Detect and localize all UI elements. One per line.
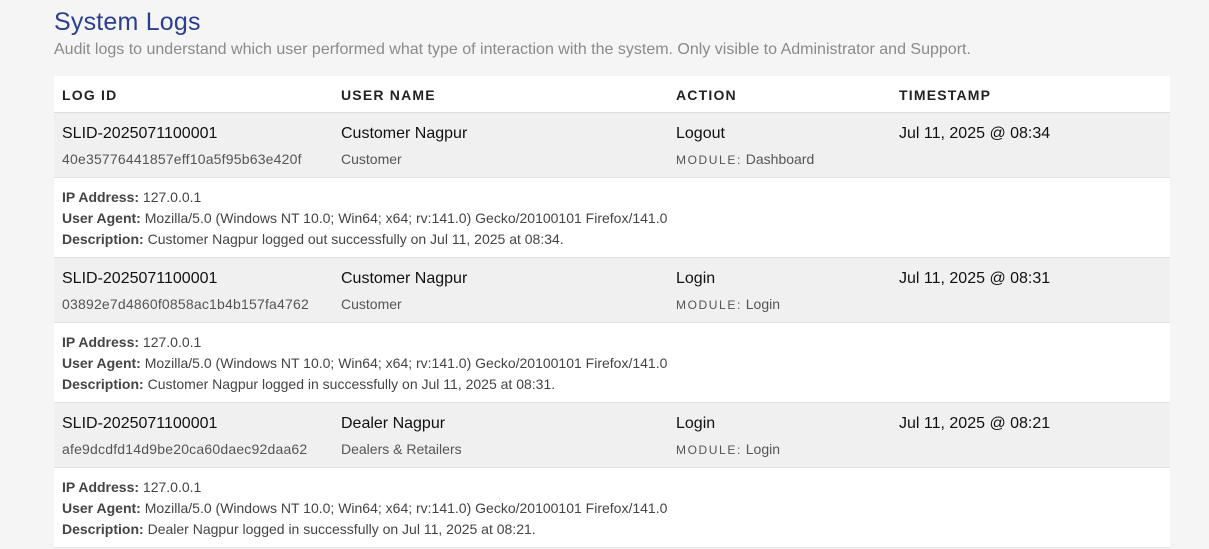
- module: MODULE: Dashboard: [676, 151, 814, 167]
- description-value: Customer Nagpur logged out successfully …: [147, 231, 564, 247]
- ip-address-line: IP Address: 127.0.0.1: [62, 479, 201, 495]
- user-role: Dealers & Retailers: [341, 441, 462, 457]
- description-label: Description:: [62, 376, 144, 392]
- timestamp: Jul 11, 2025 @ 08:21: [899, 415, 1051, 432]
- action: Login: [676, 415, 716, 432]
- timestamp: Jul 11, 2025 @ 08:34: [899, 125, 1051, 142]
- ip-address-line: IP Address: 127.0.0.1: [62, 189, 201, 205]
- log-row[interactable]: SLID-2025071100001 40e35776441857eff10a5…: [54, 113, 1170, 178]
- description-value: Customer Nagpur logged in successfully o…: [147, 376, 556, 392]
- description-line: Description: Customer Nagpur logged in s…: [62, 376, 555, 392]
- log-detail: IP Address: 127.0.0.1 User Agent: Mozill…: [54, 323, 1170, 403]
- user-agent-value: Mozilla/5.0 (Windows NT 10.0; Win64; x64…: [144, 355, 668, 371]
- ip-address-label: IP Address:: [62, 334, 140, 350]
- table-header: LOG ID USER NAME ACTION TIMESTAMP: [54, 76, 1170, 113]
- page-title: System Logs: [54, 8, 201, 36]
- user-name: Customer Nagpur: [341, 270, 468, 287]
- description-line: Description: Dealer Nagpur logged in suc…: [62, 521, 536, 537]
- log-detail: IP Address: 127.0.0.1 User Agent: Mozill…: [54, 178, 1170, 258]
- column-header-action: ACTION: [676, 87, 737, 103]
- log-row[interactable]: SLID-2025071100001 afe9dcdfd14d9be20ca60…: [54, 403, 1170, 468]
- timestamp: Jul 11, 2025 @ 08:31: [899, 270, 1051, 287]
- module-value: Login: [745, 441, 781, 457]
- description-value: Dealer Nagpur logged in successfully on …: [147, 521, 536, 537]
- log-detail: IP Address: 127.0.0.1 User Agent: Mozill…: [54, 468, 1170, 548]
- log-id: SLID-2025071100001: [62, 415, 218, 432]
- log-id: SLID-2025071100001: [62, 125, 218, 142]
- user-agent-label: User Agent:: [62, 500, 141, 516]
- ip-address-line: IP Address: 127.0.0.1: [62, 334, 201, 350]
- ip-address-value: 127.0.0.1: [142, 479, 202, 495]
- column-header-timestamp: TIMESTAMP: [899, 87, 992, 103]
- log-hash: 40e35776441857eff10a5f95b63e420f: [62, 151, 302, 167]
- module-value: Login: [745, 296, 781, 312]
- ip-address-label: IP Address:: [62, 189, 140, 205]
- user-name: Dealer Nagpur: [341, 415, 446, 432]
- user-agent-value: Mozilla/5.0 (Windows NT 10.0; Win64; x64…: [144, 500, 668, 516]
- action: Login: [676, 270, 716, 287]
- user-role: Customer: [341, 296, 402, 312]
- ip-address-value: 127.0.0.1: [142, 334, 202, 350]
- ip-address-value: 127.0.0.1: [142, 189, 202, 205]
- user-agent-line: User Agent: Mozilla/5.0 (Windows NT 10.0…: [62, 210, 667, 226]
- user-agent-line: User Agent: Mozilla/5.0 (Windows NT 10.0…: [62, 500, 667, 516]
- user-agent-label: User Agent:: [62, 210, 141, 226]
- column-header-user-name: USER NAME: [341, 87, 436, 103]
- module-value: Dashboard: [745, 151, 815, 167]
- description-line: Description: Customer Nagpur logged out …: [62, 231, 564, 247]
- user-agent-value: Mozilla/5.0 (Windows NT 10.0; Win64; x64…: [144, 210, 668, 226]
- logs-table: LOG ID USER NAME ACTION TIMESTAMP SLID-2…: [54, 76, 1170, 548]
- description-label: Description:: [62, 231, 144, 247]
- log-id: SLID-2025071100001: [62, 270, 218, 287]
- user-name: Customer Nagpur: [341, 125, 468, 142]
- user-agent-label: User Agent:: [62, 355, 141, 371]
- log-row[interactable]: SLID-2025071100001 03892e7d4860f0858ac1b…: [54, 258, 1170, 323]
- module-label: MODULE:: [676, 443, 742, 457]
- module: MODULE: Login: [676, 296, 780, 312]
- user-role: Customer: [341, 151, 402, 167]
- ip-address-label: IP Address:: [62, 479, 140, 495]
- module: MODULE: Login: [676, 441, 780, 457]
- module-label: MODULE:: [676, 298, 742, 312]
- page-subtitle: Audit logs to understand which user perf…: [54, 41, 971, 58]
- user-agent-line: User Agent: Mozilla/5.0 (Windows NT 10.0…: [62, 355, 667, 371]
- log-hash: afe9dcdfd14d9be20ca60daec92daa62: [62, 441, 308, 457]
- action: Logout: [676, 125, 725, 142]
- module-label: MODULE:: [676, 153, 742, 167]
- log-hash: 03892e7d4860f0858ac1b4b157fa4762: [62, 296, 309, 312]
- column-header-log-id: LOG ID: [62, 87, 118, 103]
- description-label: Description:: [62, 521, 144, 537]
